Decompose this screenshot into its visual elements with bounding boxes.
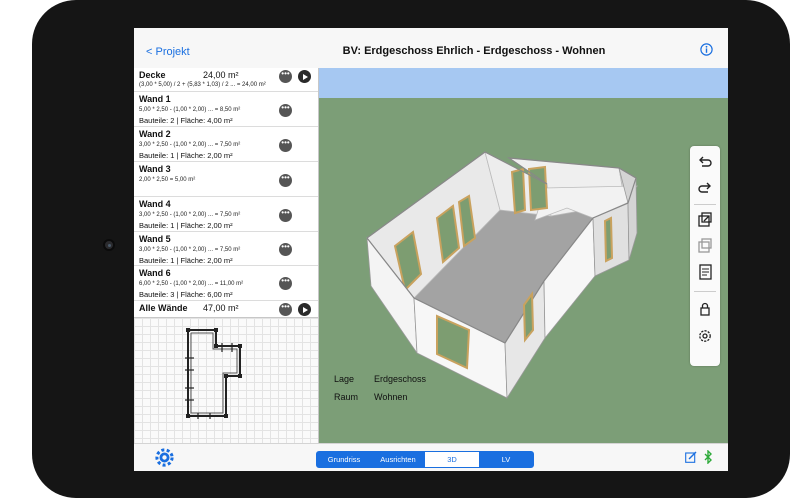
list-item-alle-waende[interactable]: Alle Wände 47,00 m² ••• — [134, 301, 318, 317]
list-item-wand-4[interactable]: Wand 4 3,00 * 2,50 - (1,00 * 2,00) ... =… — [134, 197, 318, 232]
more-options-icon[interactable]: ••• — [279, 243, 292, 256]
item-area: 47,00 m² — [203, 303, 239, 313]
3d-viewport[interactable]: Lage Erdgeschoss Raum Wohnen — [319, 68, 728, 443]
item-formula: 5,00 * 2,50 - (1,00 * 2,00) ... = 8,50 m… — [139, 107, 241, 113]
settings-icon[interactable] — [696, 327, 714, 345]
item-name: Wand 3 — [139, 164, 171, 174]
notes-icon[interactable] — [696, 263, 714, 281]
item-summary: Bauteile: 2 | Fläche: 4,00 m² — [139, 116, 233, 125]
tab-lv[interactable]: LV — [479, 452, 533, 467]
edit-icon[interactable] — [685, 451, 697, 463]
more-options-icon[interactable]: ••• — [279, 277, 292, 290]
list-item-wand-1[interactable]: Wand 1 5,00 * 2,50 - (1,00 * 2,00) ... =… — [134, 92, 318, 127]
more-options-icon[interactable]: ••• — [279, 70, 292, 83]
item-name: Wand 4 — [139, 199, 171, 209]
list-item-wand-2[interactable]: Wand 2 3,00 * 2,50 - (1,00 * 2,00) ... =… — [134, 127, 318, 162]
play-icon[interactable] — [298, 303, 311, 316]
room-value: Wohnen — [374, 392, 408, 402]
app-screen: < Projekt BV: Erdgeschoss Ehrlich - Erdg… — [134, 28, 728, 471]
lock-icon[interactable] — [696, 300, 714, 318]
back-to-project-button[interactable]: < Projekt — [146, 46, 190, 58]
camera-icon — [103, 239, 115, 251]
item-name: Wand 6 — [139, 268, 171, 278]
item-name: Wand 1 — [139, 94, 171, 104]
level-value: Erdgeschoss — [374, 374, 427, 384]
item-formula: (3,00 * 5,00) / 2 + (5,83 * 1,03) / 2 ..… — [139, 82, 266, 88]
room-3d-model — [366, 151, 638, 400]
list-item-wand-5[interactable]: Wand 5 3,00 * 2,50 - (1,00 * 2,00) ... =… — [134, 232, 318, 266]
level-row: Lage Erdgeschoss — [334, 374, 426, 384]
page-title: BV: Erdgeschoss Ehrlich - Erdgeschoss - … — [342, 45, 606, 57]
item-formula: 3,00 * 2,50 - (1,00 * 2,00) ... = 7,50 m… — [139, 142, 241, 148]
tablet-frame: < Projekt BV: Erdgeschoss Ehrlich - Erdg… — [32, 0, 790, 498]
item-summary: Bauteile: 1 | Fläche: 2,00 m² — [139, 221, 233, 230]
tab-3d[interactable]: 3D — [425, 452, 479, 467]
gear-icon[interactable] — [154, 447, 175, 468]
more-options-icon[interactable]: ••• — [279, 104, 292, 117]
room-row: Raum Wohnen — [334, 392, 407, 402]
item-name: Wand 5 — [139, 234, 171, 244]
list-item-wand-6[interactable]: Wand 6 6,00 * 2,50 - (1,00 * 2,00) ... =… — [134, 266, 318, 301]
more-options-icon[interactable]: ••• — [279, 303, 292, 316]
nav-bar: < Projekt BV: Erdgeschoss Ehrlich - Erdg… — [134, 28, 728, 69]
level-label: Lage — [334, 374, 355, 384]
list-item-decke[interactable]: Decke 24,00 m² (3,00 * 5,00) / 2 + (5,83… — [134, 68, 318, 92]
floor-plan-drawing — [185, 328, 242, 419]
item-formula: 6,00 * 2,50 - (1,00 * 2,00) ... = 11,00 … — [139, 281, 244, 287]
redo-icon[interactable] — [696, 179, 714, 197]
more-options-icon[interactable]: ••• — [279, 209, 292, 222]
duplicate-icon[interactable] — [696, 236, 714, 254]
room-label: Raum — [334, 392, 359, 402]
export-icon[interactable] — [696, 210, 714, 228]
toolbar-divider — [694, 204, 716, 205]
more-options-icon[interactable]: ••• — [279, 139, 292, 152]
bluetooth-icon — [704, 450, 712, 464]
item-name: Wand 2 — [139, 129, 171, 139]
measurement-list: Decke 24,00 m² (3,00 * 5,00) / 2 + (5,83… — [134, 68, 318, 318]
floor-plan-preview[interactable] — [134, 318, 318, 443]
list-item-wand-3[interactable]: Wand 3 2,00 * 2,50 = 5,00 m² ••• — [134, 162, 318, 197]
item-formula: 3,00 * 2,50 - (1,00 * 2,00) ... = 7,50 m… — [139, 247, 241, 253]
play-icon[interactable] — [298, 70, 311, 83]
item-name: Decke — [139, 70, 166, 80]
info-icon[interactable] — [700, 43, 713, 56]
item-formula: 2,00 * 2,50 = 5,00 m² — [139, 177, 196, 183]
more-options-icon[interactable]: ••• — [279, 174, 292, 187]
item-area: 24,00 m² — [203, 70, 239, 80]
undo-icon[interactable] — [696, 153, 714, 171]
item-name: Alle Wände — [139, 303, 188, 313]
tab-ausrichten[interactable]: Ausrichten — [371, 452, 425, 467]
view-mode-segmented-control: Grundriss Ausrichten 3D LV — [316, 451, 534, 468]
bottom-bar: Grundriss Ausrichten 3D LV — [134, 443, 728, 471]
toolbar-divider — [694, 291, 716, 292]
view-toolbar — [690, 146, 720, 366]
item-summary: Bauteile: 1 | Fläche: 2,00 m² — [139, 256, 233, 265]
left-panel: Decke 24,00 m² (3,00 * 5,00) / 2 + (5,83… — [134, 68, 319, 443]
item-summary: Bauteile: 1 | Fläche: 2,00 m² — [139, 151, 233, 160]
item-summary: Bauteile: 3 | Fläche: 6,00 m² — [139, 290, 233, 299]
item-formula: 3,00 * 2,50 - (1,00 * 2,00) ... = 7,50 m… — [139, 212, 241, 218]
tab-grundriss[interactable]: Grundriss — [317, 452, 371, 467]
